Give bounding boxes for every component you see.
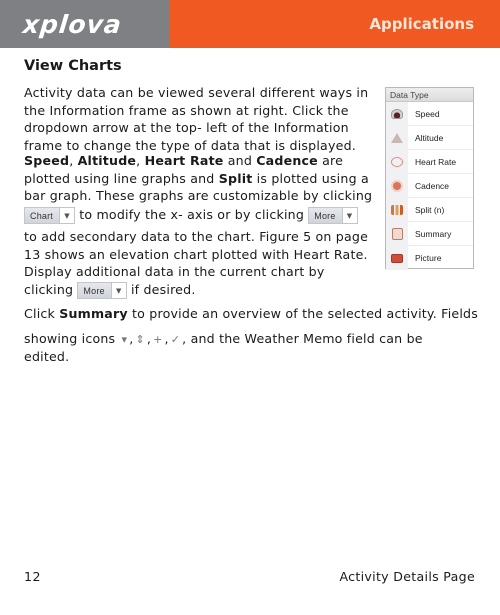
split-icon (391, 204, 403, 215)
chevron-down-icon: ▼ (59, 208, 75, 223)
heart-rate-icon (391, 156, 403, 167)
term-summary: Summary (59, 306, 128, 321)
more-dropdown-button[interactable]: More ▼ (308, 207, 358, 224)
brand-logo: xplova (21, 9, 124, 39)
more-dropdown-button[interactable]: More ▼ (77, 282, 127, 299)
edited-line: edited. (24, 349, 70, 364)
data-type-summary[interactable]: Summary (386, 221, 473, 246)
term-speed: Speed (24, 153, 70, 168)
page-number: 12 (24, 569, 42, 584)
term-altitude: Altitude (77, 153, 137, 168)
cadence-icon (391, 179, 403, 192)
section-title: Applications (369, 15, 474, 33)
data-type-panel: Data Type Speed Altitude Heart Rate Cade… (385, 87, 474, 270)
term-cadence: Cadence (256, 153, 318, 168)
checkmark-icon: ✓ (170, 333, 181, 346)
dropdown-arrow-icon: ▾ (121, 333, 128, 346)
icons-line: showing icons ▾, ⇕, +, ✓, and the Weather M… (24, 331, 423, 346)
page-header: xplova Applications (0, 0, 500, 48)
chart-dropdown-button[interactable]: Chart ▼ (24, 207, 76, 224)
chart-more-line: Chart ▼ to modify the x- axis or by clic… (24, 207, 358, 224)
data-type-cadence[interactable]: Cadence (386, 173, 473, 198)
data-type-altitude[interactable]: Altitude (386, 125, 473, 150)
summary-icon (391, 227, 403, 240)
chevron-down-icon: ▼ (341, 208, 357, 223)
summary-line: Click Summary to provide an overview of … (24, 306, 479, 321)
clicking-more-line: clicking More ▼ if desired. (24, 282, 196, 299)
section-block: Applications (170, 0, 500, 48)
panel-header: Data Type (386, 88, 473, 102)
data-type-picture[interactable]: Picture (386, 246, 473, 270)
page-title: View Charts (24, 58, 122, 74)
term-split: Split (218, 170, 253, 186)
plus-icon: + (153, 333, 163, 346)
brand-block: xplova (0, 0, 170, 48)
data-type-heart-rate[interactable]: Heart Rate (386, 149, 473, 174)
chevron-down-icon: ▼ (110, 283, 126, 298)
secondary-data-paragraph: to add secondary data to the chart. Figu… (24, 229, 369, 279)
picture-icon (391, 253, 403, 263)
intro-paragraph: Activity data can be viewed several diff… (24, 85, 369, 153)
data-type-speed[interactable]: Speed (386, 101, 473, 126)
speed-icon (391, 108, 403, 119)
graphs-paragraph: Speed, Altitude, Heart Rate and Cadence … (24, 153, 373, 203)
term-heart-rate: Heart Rate (144, 153, 224, 168)
footer-section-title: Activity Details Page (339, 569, 475, 584)
data-type-split[interactable]: Split (n) (386, 197, 473, 222)
up-down-arrows-icon: ⇕ (135, 333, 145, 346)
altitude-icon (391, 132, 403, 143)
